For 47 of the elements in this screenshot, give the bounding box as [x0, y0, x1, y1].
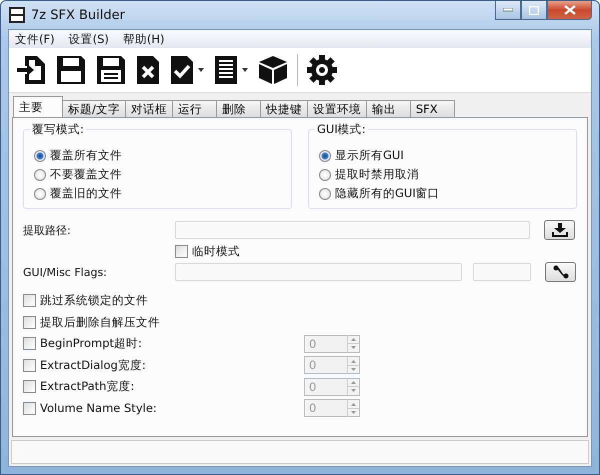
tab[interactable]: 主要 — [13, 96, 63, 117]
minimize-button[interactable] — [495, 1, 521, 20]
download-icon[interactable] — [544, 220, 575, 240]
menu-item[interactable]: 文件(F) — [15, 32, 55, 46]
radio-button[interactable] — [34, 150, 46, 162]
tab[interactable]: 快捷键 — [260, 100, 308, 117]
radio-button[interactable] — [319, 188, 331, 200]
close-button[interactable] — [547, 1, 592, 20]
minimize-icon — [503, 8, 513, 12]
path-field[interactable] — [175, 221, 530, 239]
maximize-button[interactable] — [521, 1, 547, 20]
close-icon — [564, 5, 576, 15]
tab[interactable]: 设置环境 — [306, 100, 367, 117]
radio-label[interactable]: 提取时禁用取消 — [335, 167, 419, 182]
tab[interactable]: 运行 — [172, 100, 217, 117]
flags-field[interactable] — [473, 263, 531, 281]
radio-label[interactable]: 覆盖旧的文件 — [50, 186, 122, 201]
tab[interactable]: 标题/文字 — [62, 100, 126, 117]
checkbox[interactable] — [175, 244, 188, 258]
checkbox[interactable] — [23, 294, 36, 308]
radio-label[interactable]: 覆盖所有文件 — [50, 148, 122, 163]
maximize-icon — [529, 6, 539, 14]
menu-item[interactable]: 设置(S) — [68, 32, 109, 46]
radio-button[interactable] — [319, 168, 331, 180]
radio-label[interactable]: 显示所有GUI — [335, 148, 404, 163]
tab[interactable]: 删除 — [216, 100, 261, 117]
checkbox[interactable] — [23, 316, 36, 329]
radio-button[interactable] — [34, 188, 46, 200]
group-title: 覆写模式: — [30, 122, 86, 137]
tab[interactable]: SFX — [410, 100, 455, 117]
field-label: 提取路径: — [23, 222, 72, 238]
checkbox-label[interactable]: 提取后删除自解压文件 — [40, 314, 300, 330]
group-title: GUI模式: — [315, 122, 368, 137]
tab[interactable]: 输出 — [366, 100, 411, 117]
tab[interactable]: 对话框 — [124, 100, 173, 117]
app-icon — [9, 7, 25, 23]
flags-field[interactable] — [175, 263, 462, 281]
settings-icon[interactable] — [304, 54, 340, 86]
window-title: 7z SFX Builder — [31, 8, 125, 22]
radio-button[interactable] — [34, 168, 46, 180]
checkbox-label[interactable]: 跳过系统锁定的文件 — [40, 293, 300, 308]
radio-button[interactable] — [319, 150, 331, 162]
field-label: GUI/Misc Flags: — [23, 266, 108, 278]
menu-item[interactable]: 帮助(H) — [122, 32, 164, 46]
radio-label[interactable]: 不要覆盖文件 — [50, 167, 122, 182]
radio-label[interactable]: 隐藏所有的GUI窗口 — [335, 186, 440, 201]
checkbox-label[interactable]: 临时模式 — [192, 244, 240, 258]
